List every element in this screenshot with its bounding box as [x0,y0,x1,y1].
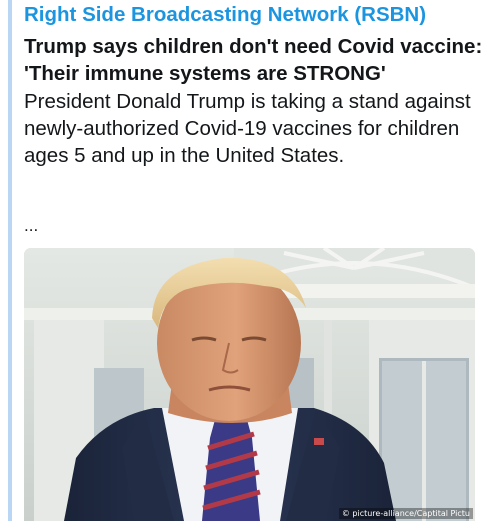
tweet-card[interactable]: Right Side Broadcasting Network (RSBN) T… [0,0,502,521]
headline-line-1: Trump says children don't need Covid vac… [24,35,483,58]
truncation-ellipsis: ... [24,216,39,235]
article-photo[interactable]: © picture-alliance/Captital Pictu [24,248,475,521]
headline-line-2: 'Their immune systems are STRONG' [24,62,386,85]
quote-bar [8,0,12,521]
photo-illustration [24,248,475,521]
summary-text: President Donald Trump is taking a stand… [24,90,471,167]
headline[interactable]: Trump says children don't need Covid vac… [24,33,494,87]
photo-credit: © picture-alliance/Captital Pictu [338,508,473,519]
source-link[interactable]: Right Side Broadcasting Network (RSBN) [24,3,426,27]
